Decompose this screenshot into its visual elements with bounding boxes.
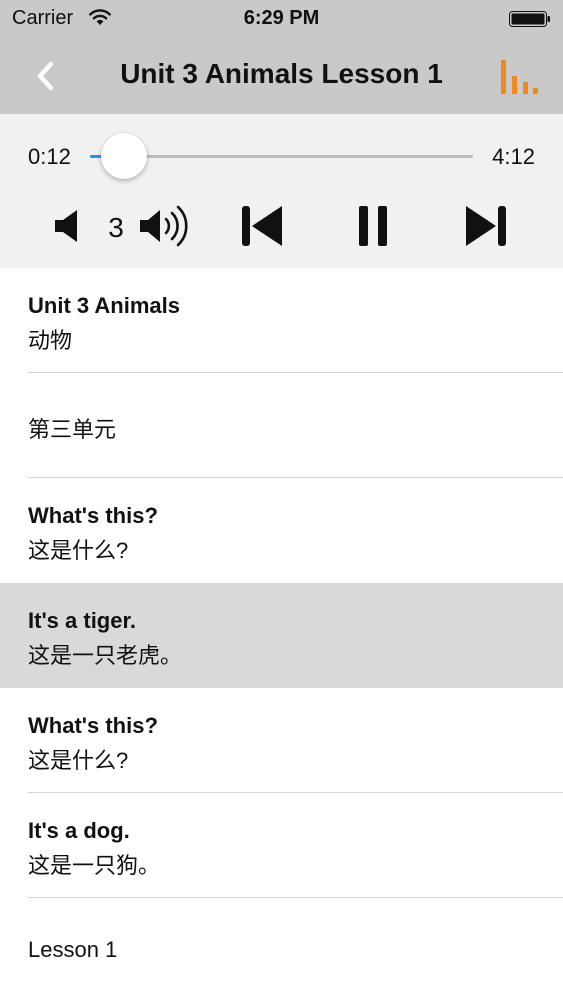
lesson-lines-list: Unit 3 Animals 动物第三单元 What's this? 这是什么? It'… (0, 268, 563, 1000)
line-chinese-text: 动物 (28, 328, 73, 353)
list-item[interactable]: Unit 3 Animals 动物 (0, 268, 563, 373)
line-chinese-text: 这是一只狗。 (28, 853, 161, 878)
navigation-bar: Unit 3 Animals Lesson 1 (0, 38, 563, 114)
skip-back-icon (238, 204, 286, 253)
volume-down-button[interactable] (50, 202, 86, 254)
list-item[interactable]: What's this? 这是什么? (0, 688, 563, 793)
battery-icon (509, 11, 551, 27)
equalizer-icon (497, 60, 541, 102)
line-chinese-text: 这是什么? (28, 538, 129, 563)
list-item[interactable]: What's this? 这是什么? (0, 478, 563, 583)
audio-player: 0:12 4:12 3 (0, 114, 563, 268)
list-item[interactable]: It's a dog. 这是一只狗。 (0, 793, 563, 898)
equalizer-button[interactable] (497, 56, 541, 98)
player-controls: 3 (0, 202, 563, 254)
line-chinese-text: 这是一只老虎。 (28, 643, 183, 668)
line-text: 第三单元 (28, 417, 117, 442)
line-english-text: What's this? (28, 713, 158, 738)
volume-up-button[interactable] (138, 202, 192, 254)
back-button[interactable] (22, 52, 70, 100)
speaker-low-icon (53, 208, 83, 249)
pause-icon (356, 204, 392, 253)
status-time: 6:29 PM (243, 7, 320, 29)
list-item[interactable]: Lesson 1 (0, 898, 563, 1000)
total-time: 4:12 (492, 144, 535, 169)
line-english-text: It's a dog. (28, 818, 130, 843)
skip-forward-icon (462, 204, 510, 253)
line-chinese-text: 这是什么? (28, 748, 129, 773)
line-english-text: Unit 3 Animals (28, 293, 180, 318)
slider-track (90, 155, 473, 158)
line-english-text: What's this? (28, 503, 158, 528)
next-track-button[interactable] (460, 202, 512, 254)
line-english-text: It's a tiger. (28, 608, 136, 633)
chevron-left-icon (22, 61, 70, 104)
volume-level: 3 (108, 212, 124, 243)
previous-track-button[interactable] (236, 202, 288, 254)
current-time: 0:12 (28, 144, 71, 169)
pause-button[interactable] (350, 202, 398, 254)
speaker-high-icon (138, 204, 192, 253)
progress-slider[interactable] (90, 133, 473, 179)
app-screen: Carrier 6:29 PM Unit 3 Animals Lesson 1 … (0, 0, 563, 1000)
page-title: Unit 3 Animals Lesson 1 (120, 58, 443, 89)
list-item-selected[interactable]: It's a tiger. 这是一只老虎。 (0, 583, 563, 688)
line-text: Lesson 1 (28, 937, 118, 962)
list-item[interactable]: 第三单元 (0, 373, 563, 478)
slider-thumb[interactable] (100, 133, 147, 179)
status-bar: Carrier 6:29 PM (0, 0, 563, 38)
